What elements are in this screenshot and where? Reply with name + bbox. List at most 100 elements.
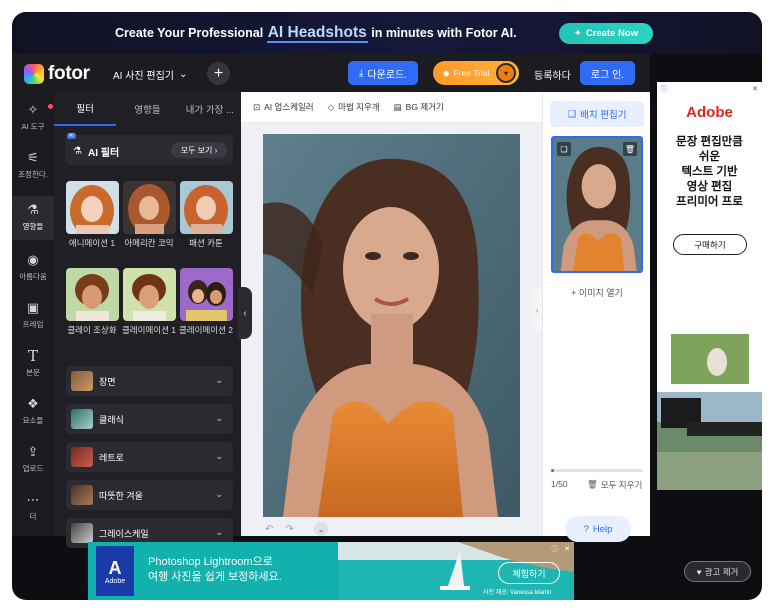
tab-effects[interactable]: 영향들 xyxy=(116,92,178,126)
adobe-logo: A Adobe xyxy=(96,546,134,596)
ad-copy-line: 쉬운 xyxy=(698,151,721,163)
adobe-a-icon: A xyxy=(108,557,122,578)
ad-bottom-line: 여행 사진을 쉽게 보정하세요. xyxy=(148,571,282,583)
filter-thumb-anime[interactable] xyxy=(66,181,119,234)
panel-collapse-handle[interactable]: ‹ xyxy=(238,287,252,339)
rail-label: 본문 xyxy=(26,368,40,377)
notification-dot xyxy=(48,104,53,109)
rail-item-ai-tools[interactable]: ✧ AI 도구 xyxy=(12,102,54,146)
upscaler-label: AI 업스케일러 xyxy=(264,102,314,112)
filter-label: 클레이메이션 1 xyxy=(121,325,176,335)
see-all-button[interactable]: 모두 보기 › xyxy=(171,142,227,158)
side-ad[interactable]: ⓘ ✕ Adobe 문장 편집만큼 쉬운 텍스트 기반 영상 편집 프리미어 프… xyxy=(657,82,762,490)
zoom-dropdown[interactable]: ⌄ xyxy=(314,522,328,536)
magic-eraser-label: 마법 지우개 xyxy=(338,102,380,112)
close-icon[interactable]: ✕ xyxy=(562,544,572,554)
question-icon: ? xyxy=(583,523,589,535)
download-button[interactable]: ⤓ 다운로드. xyxy=(348,61,418,85)
main-photo[interactable] xyxy=(263,134,520,517)
chevron-down-icon: ⌄ xyxy=(179,69,188,80)
magic-eraser-tool[interactable]: ◇ 마법 지우개 xyxy=(328,101,380,113)
trash-icon[interactable]: 🗑 xyxy=(623,142,637,156)
panel-tabs: 필터 영향들 내가 가장 ... xyxy=(54,92,241,126)
create-now-button[interactable]: ✦ Create Now xyxy=(559,23,653,44)
chevron-right-icon: › xyxy=(535,305,539,315)
section-classic[interactable]: 클래식 ⌄ xyxy=(66,404,233,434)
filter-label: 클레이 조상화 xyxy=(67,325,117,335)
elements-icon: ❖ xyxy=(27,396,39,411)
new-project-button[interactable]: + xyxy=(207,62,230,85)
banner-text-before: Create Your Professional xyxy=(115,26,264,40)
trash-icon: 🗑 xyxy=(587,479,598,489)
ad-info-icon[interactable]: ⓘ xyxy=(550,544,560,554)
close-icon[interactable]: ✕ xyxy=(750,84,760,94)
filter-thumb-fashion-cartoon[interactable] xyxy=(180,181,233,234)
rail-item-elements[interactable]: ❖ 요소들 xyxy=(12,396,54,440)
chevron-down-icon: ⌄ xyxy=(215,413,223,423)
create-now-label: Create Now xyxy=(585,28,639,39)
app-frame: Create Your Professional AI Headshots in… xyxy=(12,12,762,600)
ad-copy-line: 영상 편집 xyxy=(686,181,733,193)
rail-item-more[interactable]: ⋯ 더 xyxy=(12,492,54,536)
bg-remover-tool[interactable]: ▤ BG 제거기 xyxy=(394,101,444,113)
editor-canvas: ⊡ AI 업스케일러 ◇ 마법 지우개 ▤ BG 제거기 ↶ ↷ ⌄ xyxy=(241,92,542,536)
rail-label: 요소들 xyxy=(22,416,44,425)
help-button[interactable]: ? Help xyxy=(565,516,631,542)
chevron-down-icon: ⌄ xyxy=(215,375,223,385)
fotor-logo-icon xyxy=(24,64,44,84)
ad-try-button[interactable]: 체험하기 xyxy=(498,562,560,584)
gem-icon: ◆ xyxy=(443,67,450,78)
help-label: Help xyxy=(592,523,613,535)
adobe-logo-text: Adobe xyxy=(104,577,126,585)
image-count: 1/50 xyxy=(551,479,568,489)
rail-item-adjust[interactable]: ⚟ 조정한다. xyxy=(12,150,54,194)
section-retro[interactable]: 레트로 ⌄ xyxy=(66,442,233,472)
anime-portrait-image xyxy=(66,181,119,234)
ai-badge: AI xyxy=(67,133,76,139)
undo-icon[interactable]: ↶ xyxy=(265,524,273,535)
rail-label: 업로드 xyxy=(22,464,44,473)
rail-item-beauty[interactable]: ◉ 아름다움 xyxy=(12,252,54,296)
layers-icon[interactable]: ❏ xyxy=(557,142,571,156)
ad-copy-line: 문장 편집만큼 xyxy=(676,136,743,148)
tab-filters[interactable]: 필터 xyxy=(54,92,117,126)
ad-info-icon[interactable]: ⓘ xyxy=(659,84,669,94)
banner-text-after: in minutes with Fotor AI. xyxy=(371,26,517,40)
download-icon: ⤓ xyxy=(358,67,364,79)
rail-item-text[interactable]: T 본문 xyxy=(12,347,54,392)
editor-menu-label: AI 사진 편집기 xyxy=(113,71,175,82)
chevron-down-icon: ⌄ xyxy=(215,489,223,499)
section-scene[interactable]: 장면 ⌄ xyxy=(66,366,233,396)
filter-thumb-comic[interactable] xyxy=(123,181,176,234)
eraser-icon: ◇ xyxy=(327,101,335,112)
remove-ad-button[interactable]: ♥ 광고 제거 xyxy=(684,561,751,582)
clear-all-button[interactable]: 🗑 모두 지우기 xyxy=(587,479,642,491)
image-thumbnail[interactable]: ❏ 🗑 xyxy=(551,136,643,273)
ai-upscaler-tool[interactable]: ⊡ AI 업스케일러 xyxy=(253,101,314,113)
ad-copy: 문장 편집만큼 쉬운 텍스트 기반 영상 편집 프리미어 프로 xyxy=(661,135,758,210)
bottom-ad[interactable]: A Adobe Photoshop Lightroom으로 여행 사진을 쉽게 … xyxy=(88,542,574,600)
frame-icon: ▣ xyxy=(26,300,40,315)
batch-editor-button[interactable]: ❏ 배치 편집기 xyxy=(550,101,644,127)
tab-favorites[interactable]: 내가 가장 ... xyxy=(179,92,241,126)
signup-link[interactable]: 등록하다 xyxy=(534,67,571,82)
section-warm-winter[interactable]: 따뜻한 겨울 ⌄ xyxy=(66,480,233,510)
rail-item-effects[interactable]: ⚗ 영향들 xyxy=(12,196,54,240)
free-trial-button[interactable]: ◆ Free Trial ▾ xyxy=(433,61,519,85)
section-label: 레트로 xyxy=(99,453,124,463)
fotor-logo[interactable]: fotor xyxy=(24,63,90,85)
filter-label: 애니메이션 1 xyxy=(68,238,116,248)
open-image-button[interactable]: + 이미지 열기 xyxy=(543,286,651,299)
rail-item-frame[interactable]: ▣ 프레임 xyxy=(12,300,54,344)
filter-thumb-clay-1[interactable] xyxy=(123,268,176,321)
plus-icon: + xyxy=(571,288,579,298)
rail-item-upload[interactable]: ⇪ 업로드 xyxy=(12,444,54,488)
redo-icon[interactable]: ↷ xyxy=(285,524,293,535)
flask-icon: ⚗ xyxy=(27,202,39,217)
filter-thumb-clay-portrait[interactable] xyxy=(66,268,119,321)
ad-buy-button[interactable]: 구매하기 xyxy=(673,234,747,255)
editor-menu[interactable]: AI 사진 편집기 ⌄ xyxy=(113,67,187,82)
filter-thumb-clay-2[interactable] xyxy=(180,268,233,321)
ai-filter-title: ⚗ AI 필터 xyxy=(73,144,119,159)
login-button[interactable]: 로그 인. xyxy=(580,61,635,85)
